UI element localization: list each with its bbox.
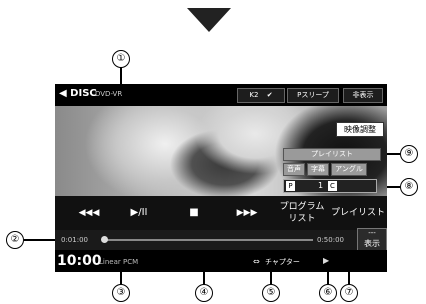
chapter-repeat-icon: ⇔ (253, 257, 260, 266)
source-bar: ◀ DISC DVD-VR K2 ✔ Pスリープ 非表示 (55, 84, 387, 106)
clock: 10:00 (57, 253, 102, 269)
elapsed-time: 0:01:00 (61, 236, 88, 244)
audio-button[interactable]: 音声 (283, 163, 305, 176)
program-chapter-input[interactable]: P 1 C (283, 179, 377, 193)
program-number: 1 (318, 181, 324, 190)
playlist-button[interactable]: プレイリスト (331, 196, 385, 230)
sleep-label: Pスリープ (297, 91, 329, 99)
seek-area: 0:01:00 0:50:00 --- 表示 (55, 228, 387, 252)
chapter-mode: チャプター (265, 258, 300, 266)
program-indicator: P (286, 181, 295, 191)
play-pause-button[interactable]: ▶/II (119, 196, 159, 230)
next-button[interactable]: ▶▶▶ (227, 196, 267, 230)
hide-button[interactable]: 非表示 (343, 88, 383, 103)
chapter-indicator: C (328, 181, 337, 191)
angle-button[interactable]: アングル (331, 163, 367, 176)
audio-format: Linear PCM (99, 258, 139, 266)
previous-button[interactable]: ◀◀◀ (69, 196, 109, 230)
program-list-button[interactable]: プログラム リスト (277, 201, 327, 225)
display-label: 表示 (364, 239, 380, 248)
callout-4: ④ (195, 284, 213, 302)
callout-6: ⑥ (319, 284, 337, 302)
playlist-indicator: プレイリスト (283, 148, 381, 161)
check-icon: ✔ (266, 91, 273, 99)
sleep-button[interactable]: Pスリープ (287, 88, 339, 103)
seek-track[interactable] (103, 239, 313, 241)
status-bar: 10:00 Linear PCM ⇔ チャプター ▶ (55, 250, 387, 272)
k2-label: K2 (249, 91, 259, 99)
display-icon: --- (368, 229, 376, 237)
callout-1: ① (112, 50, 130, 68)
total-time: 0:50:00 (317, 236, 344, 244)
callout-2: ② (6, 231, 24, 249)
hide-label: 非表示 (352, 91, 374, 99)
playback-screen: ◀ DISC DVD-VR K2 ✔ Pスリープ 非表示 映像調整 プレイリスト… (55, 84, 387, 272)
down-arrow-icon (187, 8, 231, 32)
play-status-icon: ▶ (323, 256, 330, 265)
callout-5: ⑤ (262, 284, 280, 302)
video-adjust-button[interactable]: 映像調整 (336, 122, 384, 137)
callout-7: ⑦ (340, 284, 358, 302)
disc-format: DVD-VR (95, 90, 123, 98)
seek-thumb[interactable] (101, 236, 108, 243)
display-button[interactable]: --- 表示 (357, 228, 387, 252)
subtitle-button[interactable]: 字幕 (307, 163, 329, 176)
k2-toggle[interactable]: K2 ✔ (237, 88, 285, 103)
control-bar: ◀◀◀ ▶/II ■ ▶▶▶ プログラム リスト プレイリスト (55, 196, 387, 230)
callout-9: ⑨ (400, 145, 418, 163)
callout-3: ③ (112, 284, 130, 302)
stop-button[interactable]: ■ (179, 196, 209, 230)
source-button[interactable]: ◀ DISC (59, 88, 97, 99)
callout-8: ⑧ (400, 178, 418, 196)
